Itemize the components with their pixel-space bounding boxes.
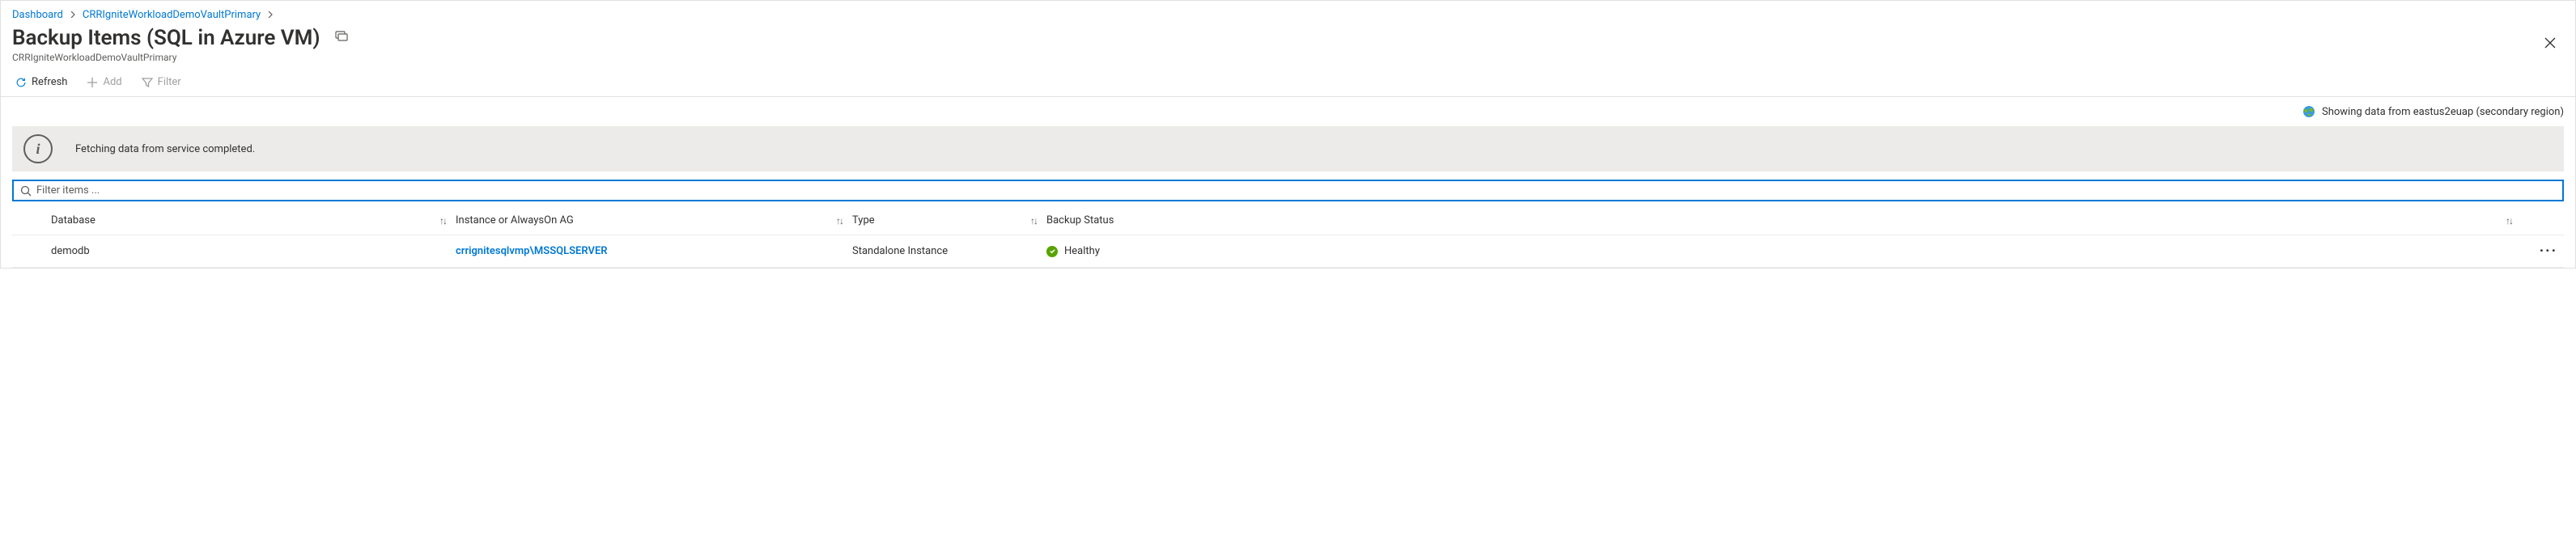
add-label: Add <box>103 76 121 88</box>
info-bar: i Fetching data from service completed. <box>12 126 2564 171</box>
chevron-right-icon <box>70 10 76 20</box>
row-more-button[interactable]: ··· <box>2540 248 2557 255</box>
breadcrumb: Dashboard CRRIgniteWorkloadDemoVaultPrim… <box>1 1 2575 26</box>
plus-icon <box>87 77 98 88</box>
col-header-database[interactable]: Database <box>51 214 95 226</box>
breadcrumb-dashboard[interactable]: Dashboard <box>12 9 63 21</box>
backup-items-table: Database ↑↓ Instance or AlwaysOn AG ↑↓ T… <box>12 206 2564 268</box>
sort-icon[interactable]: ↑↓ <box>836 215 842 226</box>
region-strip: Showing data from eastus2euap (secondary… <box>1 97 2575 126</box>
sort-icon[interactable]: ↑↓ <box>2506 215 2512 226</box>
breadcrumb-vault[interactable]: CRRIgniteWorkloadDemoVaultPrimary <box>83 9 261 21</box>
col-header-type[interactable]: Type <box>852 214 875 226</box>
table-row[interactable]: demodb crrignitesqlvmp\MSSQLSERVER Stand… <box>12 235 2564 268</box>
sort-icon[interactable]: ↑↓ <box>1030 215 1037 226</box>
sort-icon[interactable]: ↑↓ <box>439 215 446 226</box>
page-subtitle: CRRIgniteWorkloadDemoVaultPrimary <box>12 52 2536 63</box>
col-header-instance[interactable]: Instance or AlwaysOn AG <box>456 214 574 226</box>
cell-type: Standalone Instance <box>852 245 948 257</box>
refresh-icon <box>15 77 27 88</box>
refresh-label: Refresh <box>32 76 67 88</box>
page-title: Backup Items (SQL in Azure VM) <box>12 26 320 50</box>
refresh-button[interactable]: Refresh <box>9 73 74 91</box>
info-message: Fetching data from service completed. <box>75 143 255 155</box>
cell-instance-link[interactable]: crrignitesqlvmp\MSSQLSERVER <box>456 245 608 257</box>
search-icon <box>20 185 32 197</box>
cell-database: demodb <box>51 245 90 257</box>
chevron-right-icon <box>267 10 274 20</box>
info-icon: i <box>23 134 53 163</box>
status-healthy-icon <box>1046 246 1058 257</box>
col-header-status[interactable]: Backup Status <box>1046 214 1114 226</box>
add-button: Add <box>80 73 128 91</box>
cell-status: Healthy <box>1064 245 1100 257</box>
filter-input-wrapper[interactable] <box>12 180 2564 201</box>
filter-label: Filter <box>158 76 181 88</box>
table-header: Database ↑↓ Instance or AlwaysOn AG ↑↓ T… <box>12 206 2564 235</box>
filter-input[interactable] <box>36 184 2556 197</box>
region-text: Showing data from eastus2euap (secondary… <box>2322 106 2564 118</box>
toolbar: Refresh Add Filter <box>1 66 2575 97</box>
filter-button: Filter <box>135 73 188 91</box>
filter-icon <box>142 77 153 88</box>
globe-icon <box>2302 105 2315 118</box>
close-button[interactable] <box>2536 31 2564 58</box>
feedback-icon[interactable] <box>335 30 348 46</box>
